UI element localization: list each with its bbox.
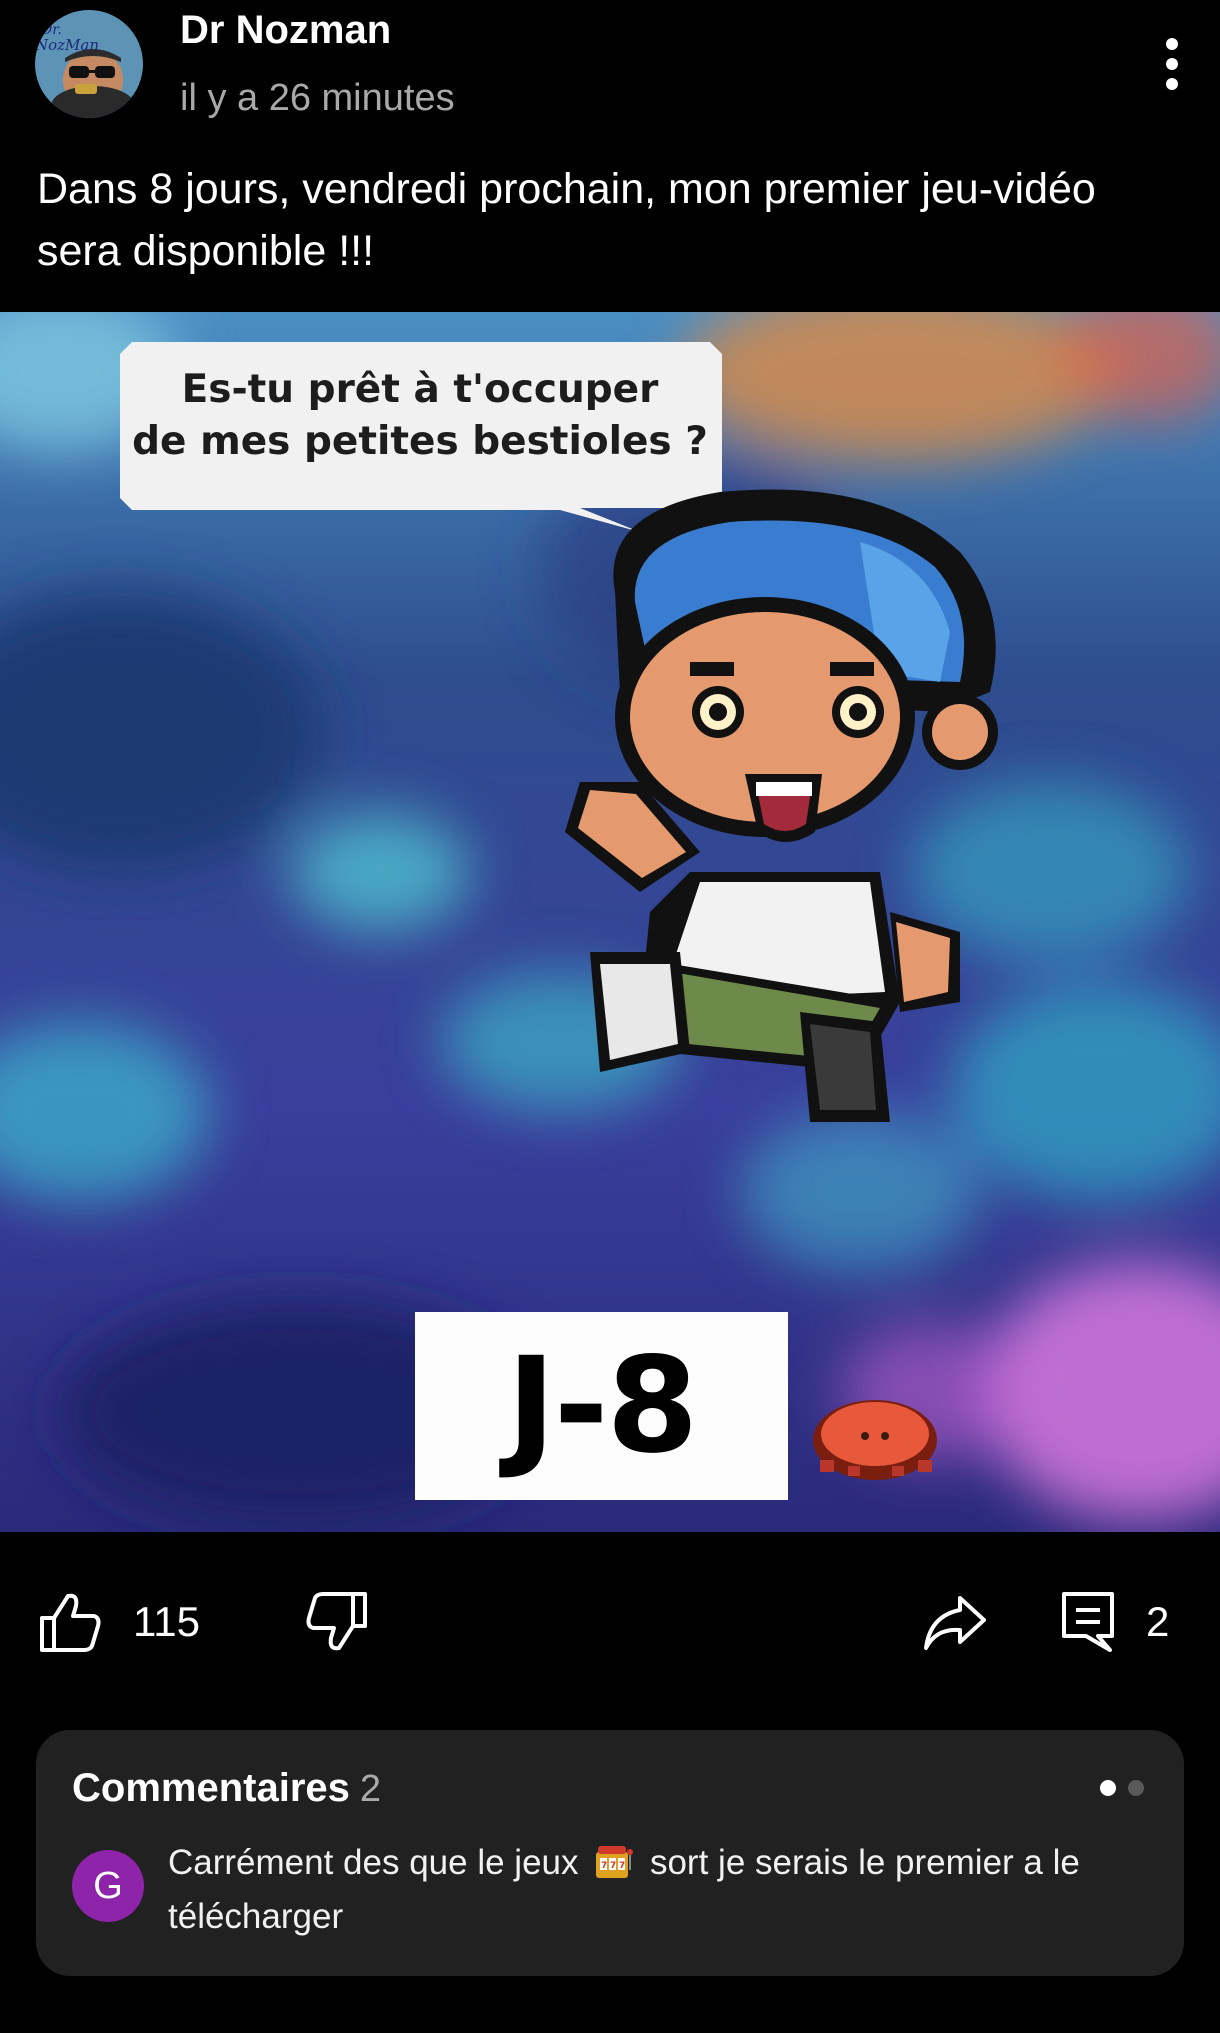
like-button[interactable] xyxy=(38,1590,102,1654)
share-button[interactable] xyxy=(922,1592,988,1652)
svg-text:7: 7 xyxy=(610,1861,616,1871)
comment-icon xyxy=(1062,1592,1114,1652)
more-options-button[interactable] xyxy=(1150,34,1194,94)
crab-sprite xyxy=(813,1400,937,1480)
speech-bubble-text: Es-tu prêt à t'occuper de mes petites be… xyxy=(130,364,710,468)
svg-text:7: 7 xyxy=(619,1861,625,1871)
comment-text: Carrément des que le jeux 7 7 7 sort je … xyxy=(168,1836,1148,1944)
kebab-menu-icon xyxy=(1166,38,1178,90)
svg-text:NozMan: NozMan xyxy=(35,36,99,54)
post-body-text: Dans 8 jours, vendredi prochain, mon pre… xyxy=(37,165,1096,275)
comments-panel[interactable]: Commentaires 2 G Carrément des que le jeu… xyxy=(36,1730,1184,1976)
commenter-avatar[interactable]: G xyxy=(72,1850,144,1922)
share-arrow-icon xyxy=(924,1596,986,1650)
author-name[interactable]: Dr Nozman xyxy=(180,8,391,53)
comments-heading: Commentaires 2 xyxy=(72,1766,381,1811)
speech-bubble-line-2: de mes petites bestioles ? xyxy=(132,419,708,464)
action-bar: 115 2 xyxy=(0,1560,1220,1680)
dislike-button[interactable] xyxy=(305,1590,369,1654)
comments-title: Commentaires xyxy=(72,1766,350,1810)
thumbs-down-icon xyxy=(306,1592,367,1651)
post-timestamp: il y a 26 minutes xyxy=(180,77,455,119)
comment-text-start: Carrément des que le jeux xyxy=(168,1843,579,1882)
thumbs-up-icon xyxy=(40,1593,101,1652)
like-count: 115 xyxy=(133,1598,200,1645)
post-header: Dr. NozMan Dr Nozman il y a 26 minutes xyxy=(0,0,1220,130)
speech-bubble-line-1: Es-tu prêt à t'occuper xyxy=(181,367,659,412)
comments-heading-count: 2 xyxy=(359,1768,382,1810)
author-avatar[interactable]: Dr. NozMan xyxy=(35,10,143,118)
comments-count: 2 xyxy=(1146,1598,1170,1645)
svg-text:7: 7 xyxy=(601,1861,607,1871)
comments-button[interactable] xyxy=(1060,1590,1116,1654)
avatar-image: Dr. NozMan xyxy=(35,10,143,118)
post-image[interactable]: Es-tu prêt à t'occuper de mes petites be… xyxy=(0,312,1220,1532)
countdown-label: J-8 xyxy=(506,1329,699,1483)
slot-machine-emoji-icon: 7 7 7 xyxy=(596,1846,634,1878)
pager-dot xyxy=(1128,1780,1144,1796)
comments-pager xyxy=(1100,1780,1144,1796)
pager-dot-active xyxy=(1100,1780,1116,1796)
